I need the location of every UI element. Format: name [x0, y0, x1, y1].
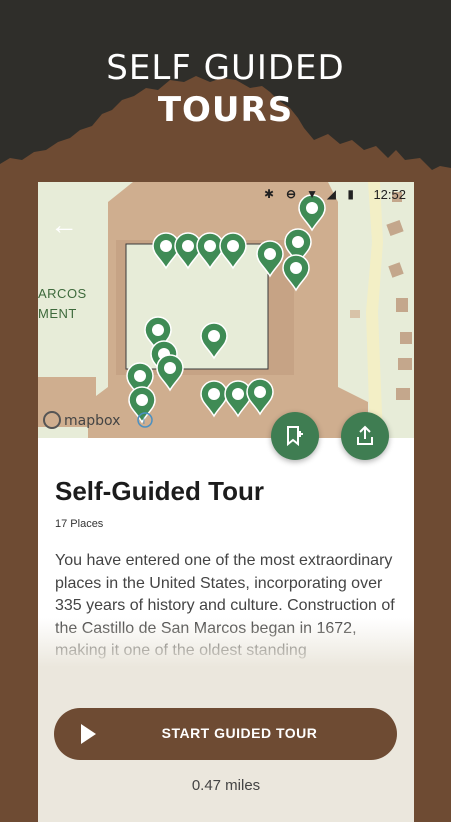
phone-screen: mapbox i ARCOS MENT ✱ ⊖ ▼ ◢ ▮ 12:52 ← Se…	[38, 182, 414, 822]
bookmark-add-icon	[287, 426, 303, 447]
map-label-ment: MENT	[38, 306, 77, 321]
battery-icon: ▮	[347, 187, 354, 201]
status-time: 12:52	[373, 187, 406, 202]
bluetooth-icon: ✱	[263, 187, 274, 201]
share-icon	[357, 425, 373, 445]
share-button[interactable]	[341, 412, 389, 460]
mapbox-attribution[interactable]: mapbox	[64, 413, 120, 429]
hero-title-line1: SELF GUIDED	[106, 48, 345, 88]
bookmark-add-button[interactable]	[271, 412, 319, 460]
map-canvas: mapbox i	[38, 182, 414, 438]
start-guided-tour-label: START GUIDED TOUR	[161, 725, 318, 741]
map-label-arcos: ARCOS	[38, 286, 87, 301]
wifi-icon: ▼	[306, 187, 318, 201]
hero-title-line2: TOURS	[157, 90, 294, 130]
tour-distance: 0.47 miles	[191, 777, 261, 794]
tour-title: Self-Guided Tour	[55, 476, 264, 506]
signal-icon: ◢	[326, 187, 336, 201]
do-not-disturb-icon: ⊖	[285, 187, 296, 201]
description-fade	[38, 618, 414, 688]
status-bar: ✱ ⊖ ▼ ◢ ▮ 12:52	[38, 182, 414, 208]
start-guided-tour-button[interactable]: START GUIDED TOUR	[54, 708, 397, 760]
places-count: 17 Places	[55, 518, 104, 530]
map-view[interactable]: mapbox i ARCOS MENT	[38, 182, 414, 438]
svg-text:i: i	[143, 416, 146, 427]
tour-details-sheet: Self-Guided Tour 17 Places You have ente…	[38, 438, 414, 822]
tour-footer: START GUIDED TOUR 0.47 miles	[38, 684, 414, 822]
back-arrow-icon[interactable]: ←	[50, 210, 80, 240]
